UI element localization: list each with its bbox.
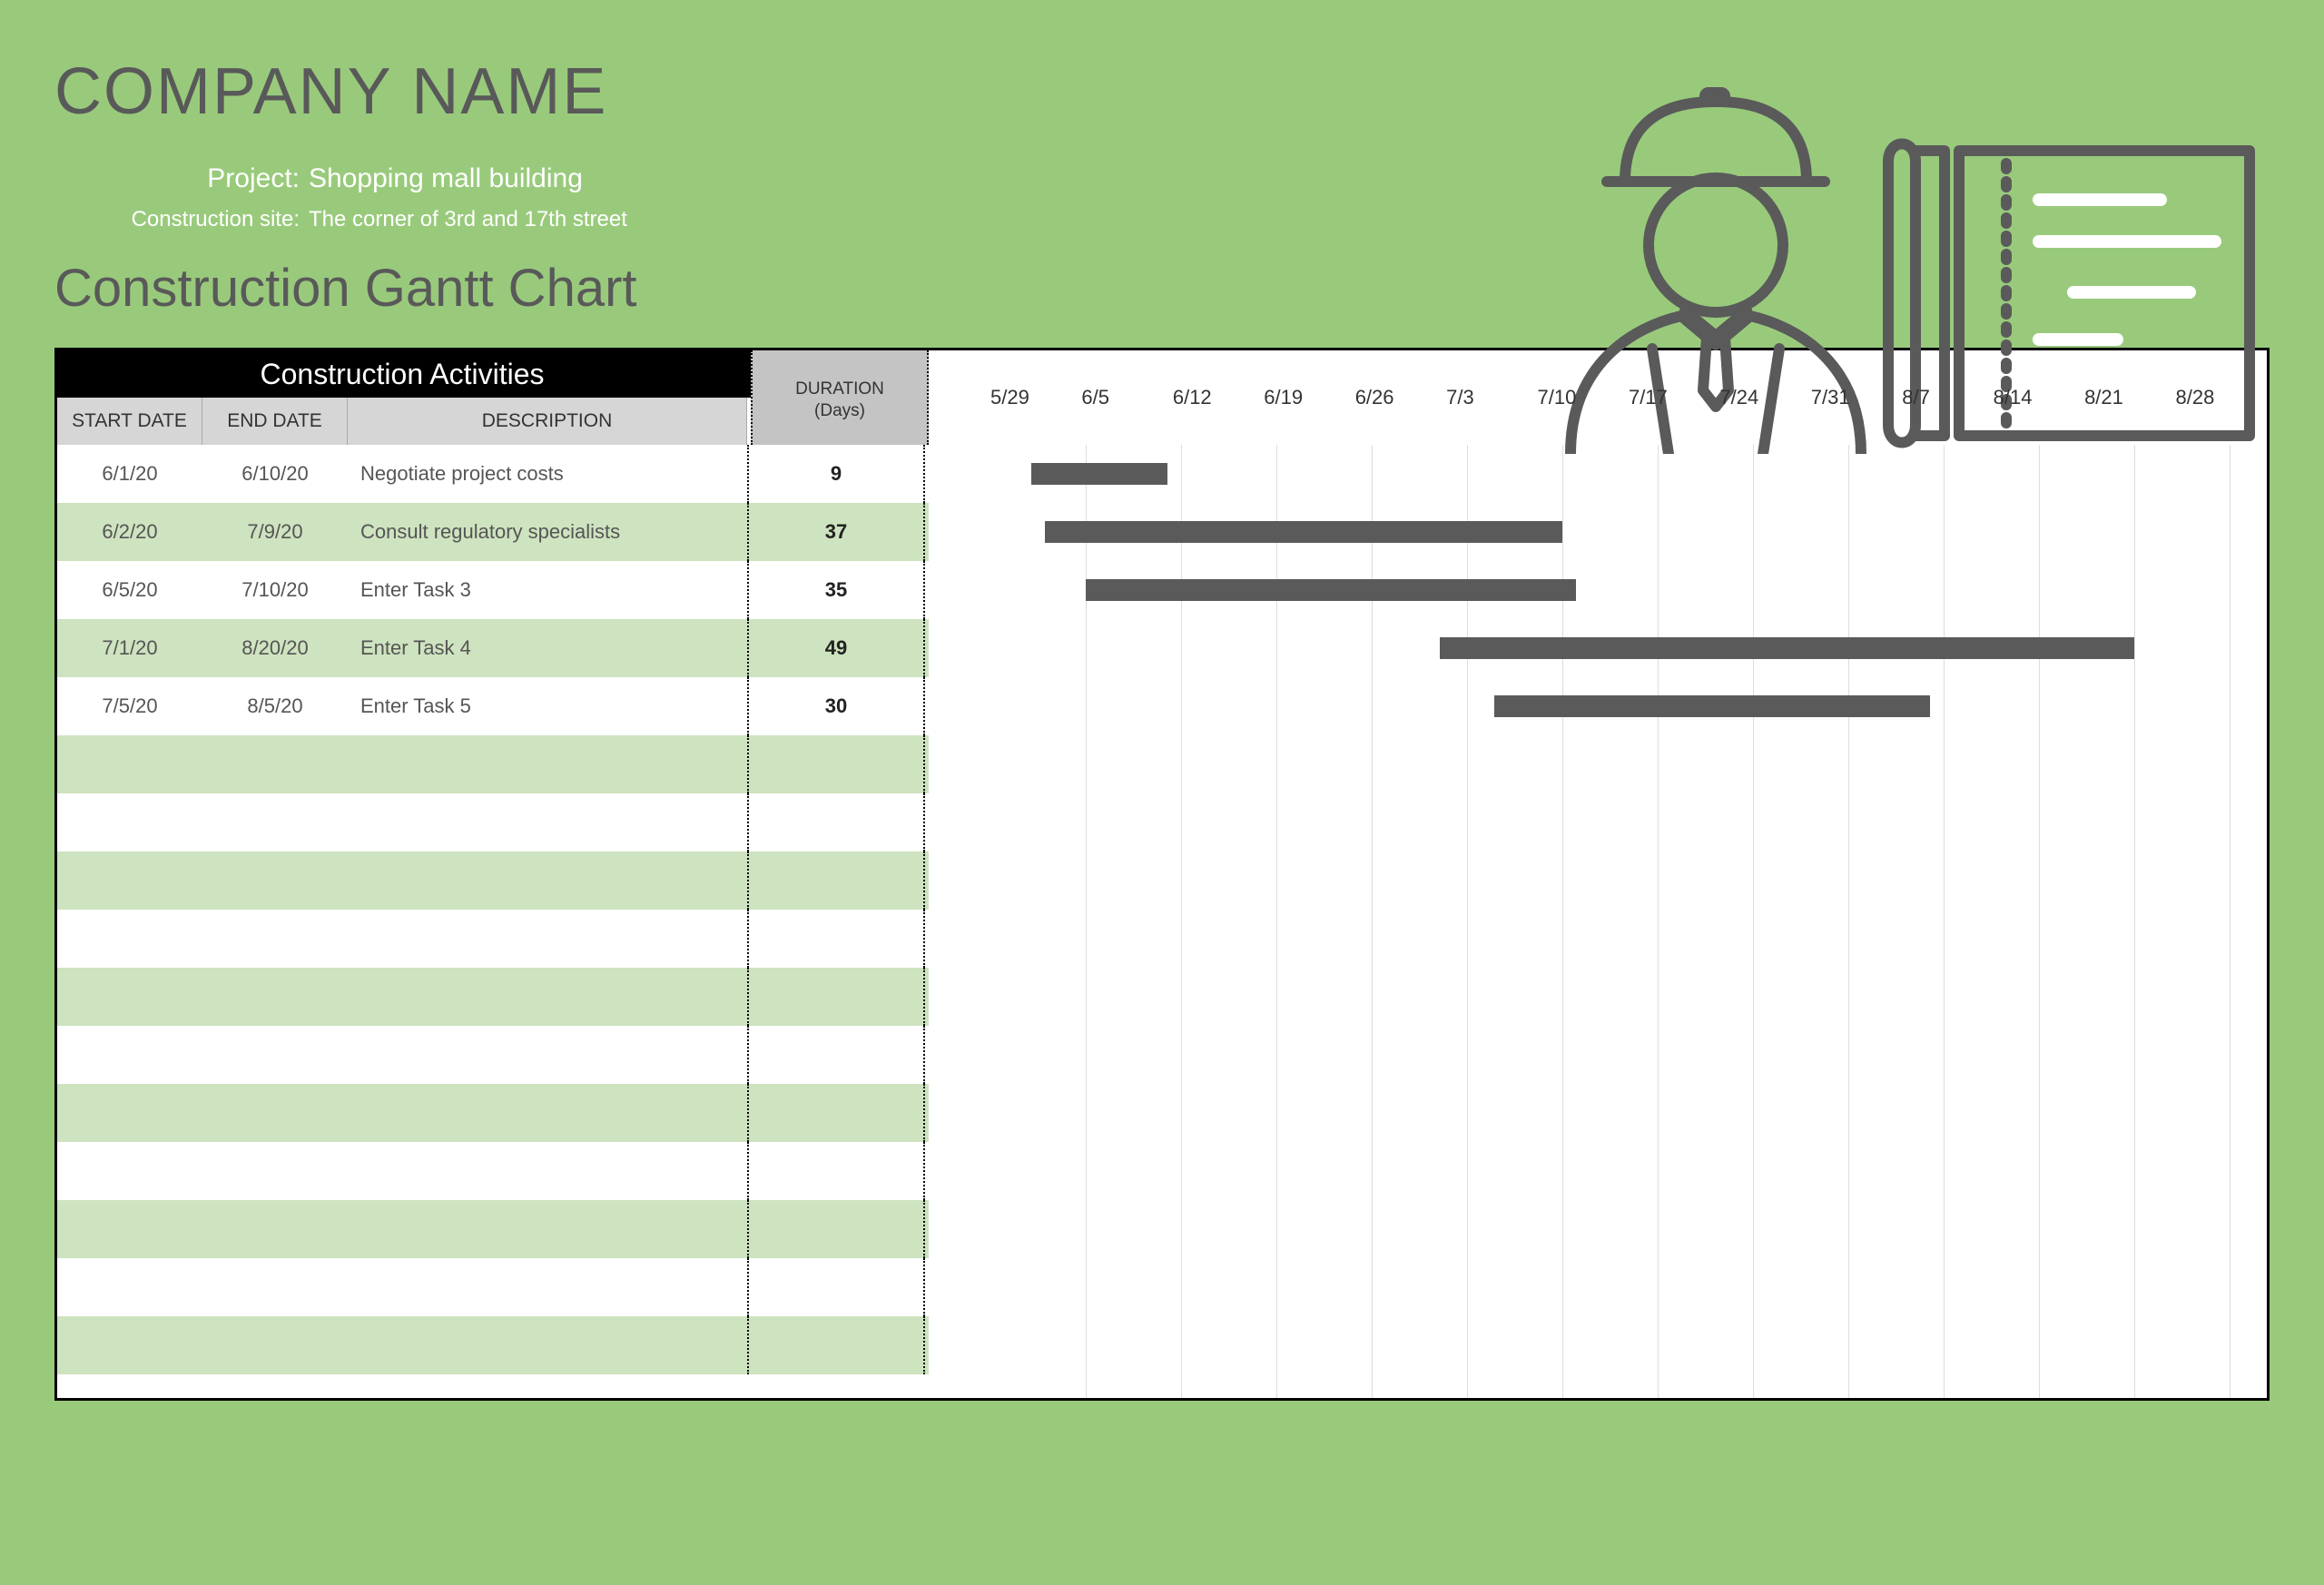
cell-duration: 9	[747, 445, 925, 503]
timeline-tick: 8/21	[2084, 386, 2175, 409]
cell-duration: 37	[747, 503, 925, 561]
cell-end: 7/9/20	[202, 520, 348, 544]
table-row[interactable]	[57, 1200, 929, 1258]
cell-duration	[747, 910, 925, 968]
col-desc: DESCRIPTION	[348, 398, 747, 445]
timeline-tick: 7/17	[1629, 386, 1719, 409]
timeline-tick: 6/12	[1173, 386, 1264, 409]
gridline	[1753, 445, 1754, 1398]
gridline	[1658, 445, 1659, 1398]
project-label: Project:	[91, 163, 300, 194]
cell-duration: 35	[747, 561, 925, 619]
gantt-panel: Construction Activities DURATION (Days) …	[54, 348, 2270, 1401]
timeline-tick: 7/3	[1446, 386, 1537, 409]
cell-start: 6/5/20	[57, 578, 202, 602]
cell-desc: Enter Task 4	[348, 636, 747, 660]
timeline-tick: 5/29	[990, 386, 1081, 409]
cell-end: 8/20/20	[202, 636, 348, 660]
gridline	[2039, 445, 2040, 1398]
cell-duration	[747, 793, 925, 852]
table-row[interactable]: 7/5/208/5/20Enter Task 530	[57, 677, 929, 735]
table-row[interactable]	[57, 1258, 929, 1316]
site-label: Construction site:	[91, 207, 300, 232]
cell-desc: Consult regulatory specialists	[348, 520, 747, 544]
gantt-bar[interactable]	[1494, 695, 1930, 717]
site-value: The corner of 3rd and 17th street	[309, 207, 627, 232]
cell-duration	[747, 1084, 925, 1142]
table-row[interactable]	[57, 1026, 929, 1084]
timeline-tick: 6/5	[1081, 386, 1172, 409]
cell-end: 7/10/20	[202, 578, 348, 602]
table-row[interactable]	[57, 1084, 929, 1142]
cell-duration: 49	[747, 619, 925, 677]
cell-desc: Enter Task 3	[348, 578, 747, 602]
gridline	[1848, 445, 1849, 1398]
activities-column: Construction Activities DURATION (Days) …	[57, 350, 929, 1398]
timeline-tick: 7/10	[1538, 386, 1629, 409]
activities-title: Construction Activities	[57, 358, 747, 391]
cell-start: 6/2/20	[57, 520, 202, 544]
gantt-bar[interactable]	[1031, 463, 1167, 485]
col-end: END DATE	[202, 398, 348, 445]
cell-start: 6/1/20	[57, 462, 202, 486]
timeline-tick: 8/28	[2175, 386, 2266, 409]
table-row[interactable]	[57, 793, 929, 852]
table-row[interactable]: 6/2/207/9/20Consult regulatory specialis…	[57, 503, 929, 561]
timeline-tick: 7/31	[1811, 386, 1902, 409]
cell-start: 7/5/20	[57, 694, 202, 718]
duration-header: DURATION (Days)	[751, 350, 929, 445]
timeline-tick: 8/14	[1994, 386, 2084, 409]
cell-desc: Negotiate project costs	[348, 462, 747, 486]
table-row[interactable]: 6/5/207/10/20Enter Task 335	[57, 561, 929, 619]
cell-duration: 30	[747, 677, 925, 735]
table-row[interactable]	[57, 735, 929, 793]
cell-start: 7/1/20	[57, 636, 202, 660]
timeline-tick: 6/26	[1355, 386, 1446, 409]
timeline-header: 5/296/56/126/196/267/37/107/177/247/318/…	[929, 350, 2267, 445]
cell-duration	[747, 1200, 925, 1258]
col-start: START DATE	[57, 398, 202, 445]
gantt-bar[interactable]	[1086, 579, 1576, 601]
cell-duration	[747, 1026, 925, 1084]
timeline-tick: 7/24	[1719, 386, 1810, 409]
cell-desc: Enter Task 5	[348, 694, 747, 718]
gridline	[2134, 445, 2135, 1398]
gantt-bar[interactable]	[1045, 521, 1562, 543]
cell-duration	[747, 1258, 925, 1316]
cell-end: 6/10/20	[202, 462, 348, 486]
timeline-tick: 6/19	[1264, 386, 1354, 409]
table-rows: 6/1/206/10/20Negotiate project costs96/2…	[57, 445, 929, 1374]
table-row[interactable]	[57, 1316, 929, 1374]
cell-duration	[747, 1316, 925, 1374]
cell-duration	[747, 968, 925, 1026]
timeline-tick: 8/7	[1902, 386, 1993, 409]
cell-duration	[747, 1142, 925, 1200]
table-row[interactable]	[57, 968, 929, 1026]
table-row[interactable]	[57, 852, 929, 910]
cell-duration	[747, 852, 925, 910]
cell-end: 8/5/20	[202, 694, 348, 718]
table-row[interactable]	[57, 910, 929, 968]
cell-duration	[747, 735, 925, 793]
table-row[interactable]	[57, 1142, 929, 1200]
gantt-timeline: 5/296/56/126/196/267/37/107/177/247/318/…	[929, 350, 2267, 1398]
gridline	[1944, 445, 1945, 1398]
table-row[interactable]: 6/1/206/10/20Negotiate project costs9	[57, 445, 929, 503]
table-row[interactable]: 7/1/208/20/20Enter Task 449	[57, 619, 929, 677]
project-value: Shopping mall building	[309, 163, 583, 194]
gantt-bar[interactable]	[1440, 637, 2134, 659]
